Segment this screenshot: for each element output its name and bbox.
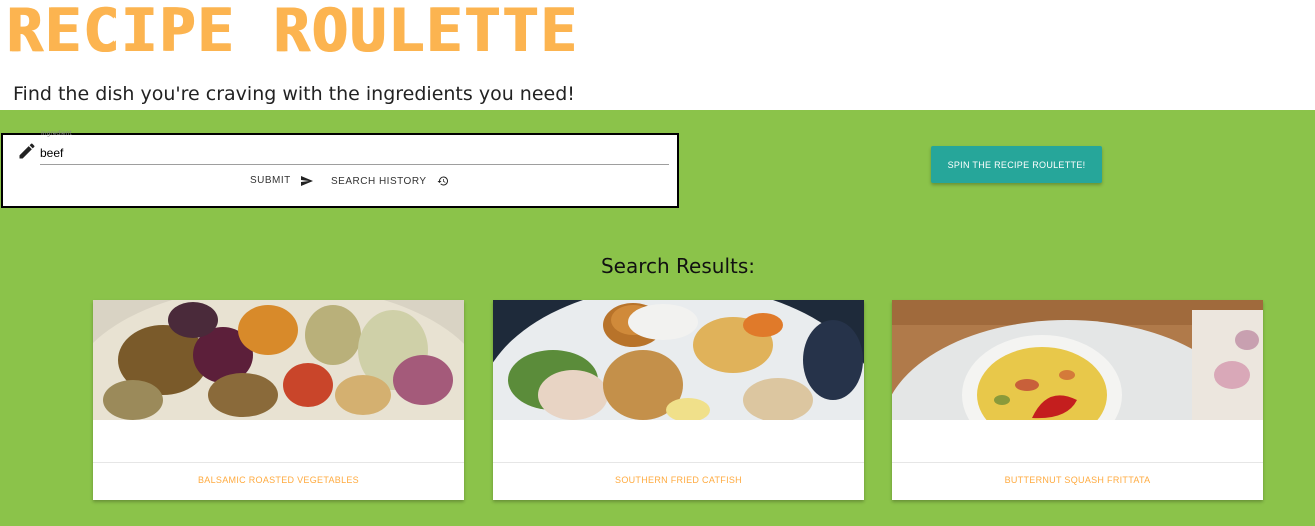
recipe-image (493, 300, 864, 420)
ingredient-field-label: Ingredient (41, 130, 72, 137)
recipe-card[interactable]: BUTTERNUT SQUASH FRITTATA (892, 300, 1263, 500)
search-history-button[interactable]: SEARCH HISTORY (331, 175, 449, 187)
search-form: Ingredient SUBMIT SEARCH HISTORY (1, 130, 679, 208)
search-history-label: SEARCH HISTORY (331, 175, 427, 187)
submit-label: SUBMIT (250, 175, 291, 186)
recipe-title[interactable]: SOUTHERN FRIED CATFISH (493, 475, 864, 485)
app-title: RECIPE ROULETTE (6, 0, 578, 66)
recipe-image (93, 300, 464, 420)
history-icon (437, 176, 448, 186)
submit-button[interactable]: SUBMIT (250, 175, 313, 186)
card-divider (93, 462, 464, 463)
pencil-icon (19, 143, 35, 159)
recipe-image (892, 300, 1263, 420)
card-divider (493, 462, 864, 463)
search-results-heading: Search Results: (600, 254, 756, 278)
recipe-title[interactable]: BALSAMIC ROASTED VEGETABLES (93, 475, 464, 485)
tagline: Find the dish you're craving with the in… (13, 83, 575, 105)
send-icon (300, 175, 313, 186)
card-divider (892, 462, 1263, 463)
recipe-card[interactable]: BALSAMIC ROASTED VEGETABLES (93, 300, 464, 500)
main-panel: Ingredient SUBMIT SEARCH HISTORY SPIN TH… (0, 110, 1315, 526)
spin-roulette-button[interactable]: SPIN THE RECIPE ROULETTE! (931, 146, 1102, 183)
ingredient-search-input[interactable] (40, 141, 669, 165)
recipe-title[interactable]: BUTTERNUT SQUASH FRITTATA (892, 475, 1263, 485)
recipe-card[interactable]: SOUTHERN FRIED CATFISH (493, 300, 864, 500)
